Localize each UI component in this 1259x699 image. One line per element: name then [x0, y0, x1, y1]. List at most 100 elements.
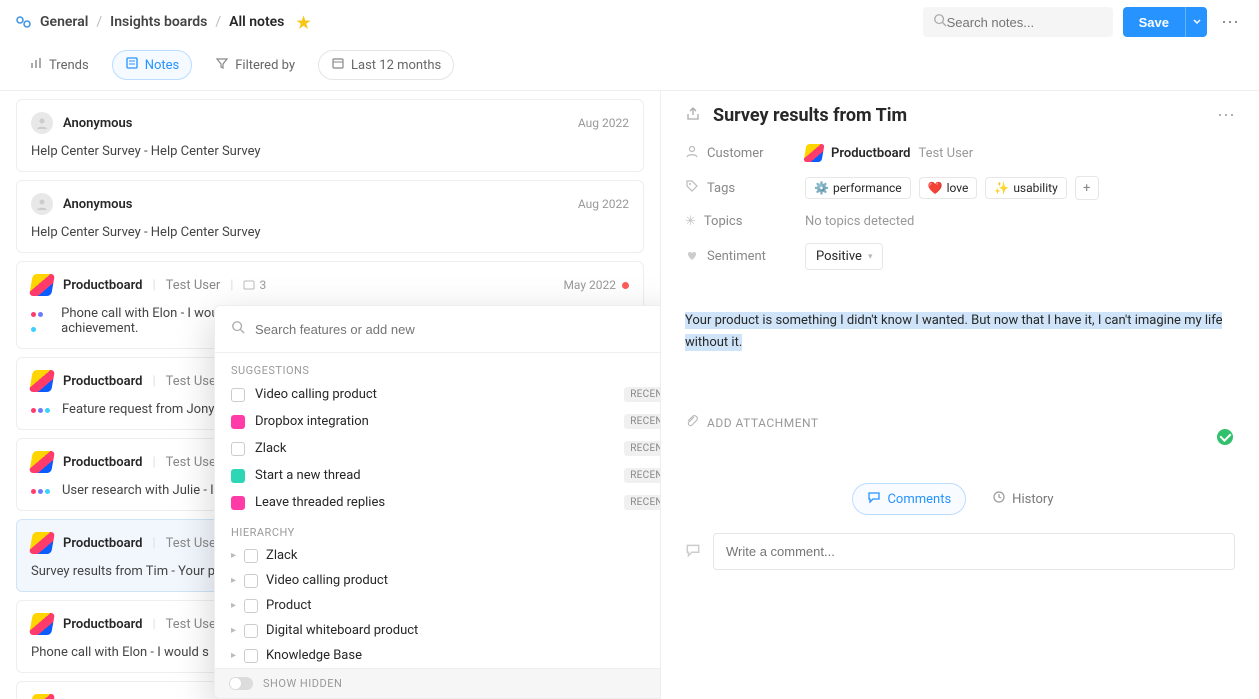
value-topics: No topics detected — [805, 214, 1235, 229]
note-from: Anonymous — [63, 197, 132, 212]
productboard-logo-icon — [29, 532, 55, 554]
person-icon — [685, 144, 699, 162]
suggestion-label: Start a new thread — [255, 468, 361, 483]
suggestion-item[interactable]: Dropbox integration RECENT — [215, 408, 660, 435]
recent-badge: RECENT — [624, 387, 660, 402]
note-from: Productboard — [63, 536, 142, 551]
date-range[interactable]: Last 12 months — [318, 50, 454, 80]
suggestion-label: Leave threaded replies — [255, 495, 385, 510]
feature-color-icon — [231, 388, 245, 402]
save-button[interactable]: Save — [1123, 7, 1185, 37]
save-dropdown[interactable] — [1185, 7, 1207, 37]
customer-company: Productboard — [831, 146, 910, 161]
label-sentiment: Sentiment — [685, 248, 805, 266]
tab-notes[interactable]: Notes — [112, 50, 193, 80]
tab-history-label: History — [1012, 492, 1053, 507]
recent-badge: RECENT — [624, 468, 660, 483]
hierarchy-label: Digital whiteboard product — [266, 623, 418, 638]
popover-search-input[interactable] — [255, 322, 660, 337]
hierarchy-item[interactable]: ▸ Product — [215, 593, 660, 618]
productboard-logo-icon — [29, 451, 55, 473]
hierarchy-label: Product — [266, 598, 311, 613]
detail-tabs: Comments History — [685, 483, 1235, 515]
feature-color-icon — [231, 442, 245, 456]
export-icon[interactable] — [685, 106, 701, 126]
sentiment-select[interactable]: Positive ▾ — [805, 243, 883, 270]
highlight-dots-icon — [31, 306, 51, 336]
suggestion-item[interactable]: Zlack RECENT — [215, 435, 660, 462]
breadcrumb-current[interactable]: All notes — [229, 14, 284, 30]
show-hidden-toggle[interactable]: SHOW HIDDEN — [215, 668, 660, 698]
suggestion-item[interactable]: Start a new thread RECENT — [215, 462, 660, 489]
hierarchy-item[interactable]: ▸ Video calling product — [215, 568, 660, 593]
linked-count: 3 — [243, 278, 266, 292]
add-attachment[interactable]: ADD ATTACHMENT — [685, 414, 1235, 431]
note-date: May 2022 — [563, 278, 616, 292]
label-tags: Tags — [685, 179, 805, 197]
date-range-label: Last 12 months — [351, 58, 441, 73]
note-user: Test User — [166, 374, 221, 389]
suggestion-item[interactable]: Video calling product RECENT — [215, 381, 660, 408]
highlighted-quote[interactable]: Your product is something I didn't know … — [685, 310, 1235, 354]
hierarchy-item[interactable]: ▸ Digital whiteboard product — [215, 618, 660, 643]
note-user: Test User — [166, 617, 221, 632]
hierarchy-item[interactable]: ▸ Zlack — [215, 543, 660, 568]
search-icon — [231, 320, 245, 338]
feature-color-icon — [244, 549, 258, 563]
hierarchy-item[interactable]: ▸ Knowledge Base — [215, 643, 660, 668]
recent-badge: RECENT — [624, 495, 660, 510]
label-customer: Customer — [685, 144, 805, 162]
note-from: Productboard — [63, 278, 142, 293]
feature-color-icon — [244, 624, 258, 638]
feature-color-icon — [231, 415, 245, 429]
tab-history[interactable]: History — [978, 483, 1067, 515]
breadcrumb-item[interactable]: Insights boards — [110, 14, 207, 30]
highlight-dots-icon — [31, 402, 52, 417]
hierarchy-label: Zlack — [266, 548, 297, 563]
sparkle-icon: ✳ — [685, 214, 696, 229]
feature-search-popover: SUGGESTIONS ? Video calling product RECE… — [214, 305, 660, 699]
suggestion-label: Zlack — [255, 441, 286, 456]
suggestions-header: SUGGESTIONS ? — [231, 363, 660, 377]
tag-chip[interactable]: ⚙️performance — [805, 177, 911, 199]
global-search[interactable] — [923, 7, 1113, 37]
tab-comments[interactable]: Comments — [852, 483, 966, 515]
filter-by[interactable]: Filtered by — [202, 50, 308, 80]
workspace-icon — [16, 14, 32, 30]
note-detail: Survey results from Tim ⋯ Customer Produ… — [660, 91, 1259, 699]
note-date: Aug 2022 — [578, 197, 629, 211]
show-hidden-label: SHOW HIDDEN — [263, 677, 342, 690]
breadcrumb-sep: / — [96, 14, 102, 30]
suggestion-item[interactable]: Leave threaded replies RECENT — [215, 489, 660, 516]
chevron-down-icon: ▾ — [868, 252, 873, 262]
note-card[interactable]: Anonymous Aug 2022 Help Center Survey - … — [16, 180, 644, 253]
productboard-logo-icon — [29, 370, 55, 392]
note-from: Anonymous — [63, 116, 132, 131]
breadcrumb-item[interactable]: General — [40, 14, 88, 30]
note-user: Test User — [166, 278, 221, 293]
tag-icon — [685, 179, 699, 197]
comment-input[interactable] — [713, 533, 1235, 570]
comment-icon — [867, 490, 881, 508]
tag-chip[interactable]: ❤️love — [919, 177, 978, 199]
note-icon — [125, 56, 139, 74]
search-icon — [933, 13, 947, 31]
note-from: Productboard — [63, 455, 142, 470]
avatar-icon — [31, 112, 53, 134]
more-menu[interactable]: ⋯ — [1217, 12, 1243, 33]
avatar-icon — [31, 193, 53, 215]
note-from: Productboard — [63, 374, 142, 389]
suggestion-label: Video calling product — [255, 387, 377, 402]
add-tag-button[interactable]: + — [1075, 176, 1099, 200]
note-card[interactable]: Anonymous Aug 2022 Help Center Survey - … — [16, 99, 644, 172]
status-dot-icon — [622, 282, 629, 289]
tab-trends[interactable]: Trends — [16, 50, 102, 80]
star-icon[interactable]: ★ — [296, 13, 310, 32]
search-input[interactable] — [947, 15, 1123, 30]
hierarchy-label: Video calling product — [266, 573, 388, 588]
filter-bar: Trends Notes Filtered by Last 12 months — [0, 44, 1259, 90]
value-customer[interactable]: Productboard Test User — [805, 144, 1235, 162]
tag-chip[interactable]: ✨usability — [985, 177, 1066, 199]
detail-more-menu[interactable]: ⋯ — [1217, 105, 1235, 126]
popover-search[interactable] — [215, 306, 660, 353]
